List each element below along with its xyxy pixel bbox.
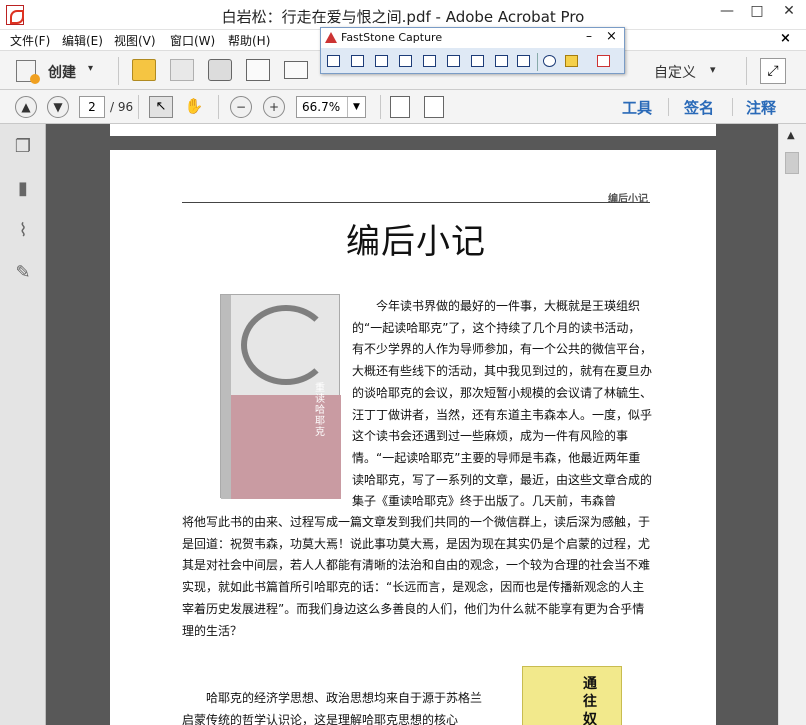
output-icon[interactable] (597, 55, 610, 67)
book-cover-image-2: 通往奴 (522, 666, 622, 725)
zoom-out-icon[interactable]: − (230, 96, 252, 118)
page-number-input[interactable]: 2 (79, 96, 105, 118)
menu-view[interactable]: 视图(V) (114, 32, 156, 49)
faststone-minimize-button[interactable]: – (586, 29, 592, 43)
capture-video-icon[interactable] (495, 55, 508, 67)
minimize-button[interactable]: — (712, 0, 742, 22)
pages-icon[interactable]: ❐ (12, 136, 34, 158)
edit-icon[interactable] (246, 59, 270, 81)
capture-window-icon[interactable] (327, 55, 340, 67)
capture-menu-icon[interactable] (517, 55, 530, 67)
page-total: / 96 (110, 100, 134, 114)
capture-rect-icon[interactable] (375, 55, 388, 67)
faststone-divider (537, 53, 538, 71)
fit-page-icon[interactable] (390, 96, 410, 118)
toolbar-divider (218, 95, 219, 119)
select-icon[interactable]: ↖ (149, 96, 173, 118)
faststone-title-bar: FastStone Capture – × (321, 28, 624, 48)
header-rule (182, 202, 650, 203)
toolbar-divider (732, 98, 733, 116)
comment-pane-link[interactable]: 注释 (746, 97, 776, 118)
faststone-close-button[interactable]: × (606, 29, 617, 44)
capture-object-icon[interactable] (351, 55, 364, 67)
toolbar-divider (746, 57, 747, 85)
navigation-pane: ❐ ▮ ⌇ ✎ (0, 124, 46, 725)
menu-edit[interactable]: 编辑(E) (62, 32, 103, 49)
paragraph-2: 将他写此书的由来、过程写成一篇文章发到我们共同的一个微信群上，读后深为感触，于是… (182, 515, 651, 638)
book-cover-title: 重读哈耶克 (315, 383, 325, 438)
pdf-page: 编后小记 编后小记 重读哈耶克 今年读书界做的最好的一件事，大概就是王瑛组织的“… (110, 144, 716, 725)
zoom-value: 66.7% (302, 100, 341, 114)
document-viewer[interactable]: 编后小记 编后小记 重读哈耶克 今年读书界做的最好的一件事，大概就是王瑛组织的“… (46, 124, 778, 725)
previous-page (110, 124, 716, 136)
page-up-icon[interactable]: ▲ (15, 96, 37, 118)
navigation-toolbar: ▲ ▼ 2 / 96 ↖ ✋ − + 66.7% ▼ 工具 签名 注释 (0, 90, 806, 124)
page-top-band (110, 144, 716, 150)
expand-icon[interactable]: ⤢ (760, 58, 786, 84)
chevron-down-icon: ▾ (710, 63, 716, 76)
document-close-button[interactable]: × (780, 31, 791, 46)
save-button[interactable] (170, 59, 194, 81)
print-button[interactable] (208, 59, 232, 81)
capture-freehand-icon[interactable] (399, 55, 412, 67)
create-button[interactable]: 创建 ▾ (16, 58, 102, 84)
chevron-down-icon: ▾ (88, 63, 94, 74)
close-button[interactable]: ✕ (772, 0, 806, 22)
chevron-down-icon[interactable]: ▼ (347, 97, 365, 117)
open-button[interactable] (132, 59, 156, 81)
page-down-icon[interactable]: ▼ (47, 96, 69, 118)
chapter-title: 编后小记 (346, 222, 486, 262)
paragraph-3: 哈耶克的经济学思想、政治思想均来自于源于苏格兰启蒙传统的哲学认识论，这是理解哈耶… (182, 691, 483, 725)
scroll-up-icon[interactable]: ▲ (787, 130, 795, 141)
faststone-title: FastStone Capture (341, 31, 443, 44)
toolbar-divider (668, 98, 669, 116)
title-bar: 白岩松：行走在爱与恨之间.pdf - Adobe Acrobat Pro — □… (0, 0, 806, 30)
book-spine (221, 295, 231, 499)
toolbar-divider (118, 57, 119, 85)
paragraph-1: 今年读书界做的最好的一件事，大概就是王瑛组织的“一起读哈耶克”了，这个持续了几个… (352, 299, 653, 509)
attachment-icon[interactable]: ⌇ (12, 220, 34, 242)
hand-icon[interactable]: ✋ (182, 96, 206, 118)
zoom-select[interactable]: 66.7% ▼ (296, 96, 366, 118)
create-label: 创建 (48, 65, 76, 81)
scroll-thumb[interactable] (785, 152, 799, 174)
faststone-logo-icon (325, 32, 337, 43)
capture-fullscreen-icon[interactable] (423, 55, 436, 67)
bookmark-icon[interactable]: ▮ (12, 178, 34, 200)
menu-file[interactable]: 文件(F) (10, 32, 50, 49)
signature-icon[interactable]: ✎ (12, 262, 34, 284)
zoom-in-icon[interactable]: + (263, 96, 285, 118)
customize-dropdown[interactable]: 自定义 (654, 62, 696, 82)
maximize-button[interactable]: □ (742, 0, 772, 22)
capture-fixed-icon[interactable] (471, 55, 484, 67)
tools-pane-link[interactable]: 工具 (622, 97, 652, 118)
create-icon (16, 60, 40, 84)
capture-scroll-icon[interactable] (447, 55, 460, 67)
cover-swirl (241, 305, 331, 385)
mail-icon[interactable] (284, 61, 308, 79)
palette-icon[interactable] (565, 55, 578, 67)
faststone-tools (321, 50, 624, 74)
vertical-scrollbar[interactable]: ▲ (778, 124, 806, 725)
menu-window[interactable]: 窗口(W) (170, 32, 215, 49)
faststone-capture-bar: FastStone Capture – × (320, 27, 625, 74)
fit-width-icon[interactable] (424, 96, 444, 118)
window-title: 白岩松：行走在爱与恨之间.pdf - Adobe Acrobat Pro (221, 8, 585, 26)
book-cover-image: 重读哈耶克 (220, 294, 341, 499)
toolbar-divider (380, 95, 381, 119)
toolbar-divider (138, 95, 139, 119)
menu-help[interactable]: 帮助(H) (228, 32, 270, 49)
book-cover-title-2: 通往奴 (583, 676, 597, 725)
sign-pane-link[interactable]: 签名 (684, 97, 714, 118)
delay-icon[interactable] (543, 55, 556, 67)
